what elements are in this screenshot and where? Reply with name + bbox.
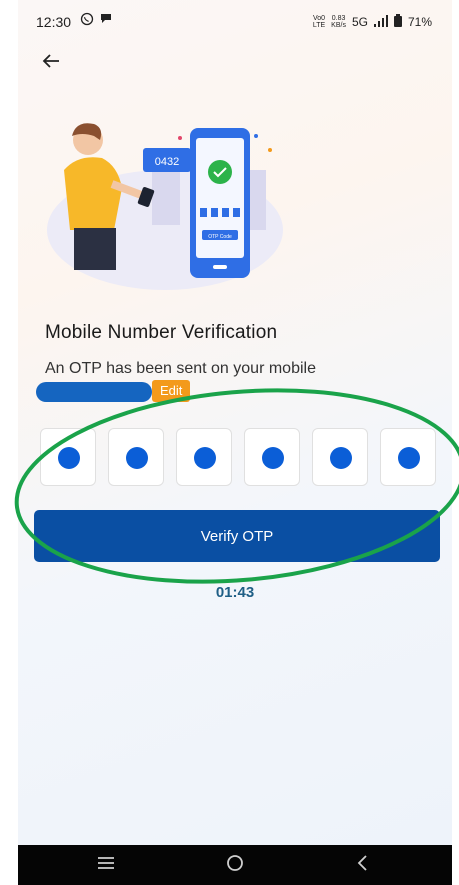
- network-type: 5G: [351, 15, 368, 29]
- status-time: 12:30: [36, 14, 72, 30]
- page-title: Mobile Number Verification: [45, 322, 278, 343]
- edit-number-button[interactable]: Edit: [152, 380, 191, 402]
- message-icon: [100, 12, 112, 29]
- resend-timer: 01:43: [215, 584, 255, 601]
- otp-badge-text: OTP Code: [208, 234, 232, 240]
- arrow-left-icon: [42, 54, 59, 68]
- otp-digit-6[interactable]: [380, 428, 436, 486]
- otp-input-row: [40, 428, 440, 488]
- otp-digit-4[interactable]: [244, 428, 300, 486]
- lte-icon: Vo0 LTE: [312, 15, 326, 29]
- otp-dot: [330, 447, 352, 469]
- otp-digit-1[interactable]: [40, 428, 96, 486]
- menu-lines-icon[interactable]: [96, 853, 116, 878]
- otp-digit-3[interactable]: [176, 428, 232, 486]
- status-bar: 12:30 Vo0 LTE 0.83 KB/s 5G 71%: [18, 0, 452, 40]
- signal-icon: [373, 14, 388, 30]
- code-digits-text: 0432: [155, 156, 179, 168]
- battery-percent: 71%: [407, 15, 432, 29]
- otp-dot: [126, 447, 148, 469]
- otp-digit-5[interactable]: [312, 428, 368, 486]
- system-nav-bar: [18, 845, 452, 885]
- chevron-left-icon[interactable]: [353, 853, 373, 878]
- otp-sent-message: An OTP has been sent on your mobile: [45, 360, 316, 377]
- otp-digit-2[interactable]: [108, 428, 164, 486]
- verify-otp-button[interactable]: Verify OTP: [34, 510, 440, 562]
- back-button[interactable]: [40, 50, 64, 74]
- circle-home-icon[interactable]: [225, 853, 245, 878]
- battery-icon: [393, 14, 402, 30]
- otp-dot: [58, 447, 80, 469]
- network-speed: 0.83 KB/s: [331, 15, 346, 29]
- app-screen: 12:30 Vo0 LTE 0.83 KB/s 5G 71% OTP Code …: [18, 0, 452, 845]
- redacted-phone-number: [36, 382, 152, 402]
- otp-illustration: OTP Code 0432: [47, 123, 283, 290]
- otp-dot: [262, 447, 284, 469]
- otp-dot: [398, 447, 420, 469]
- otp-dot: [194, 447, 216, 469]
- whatsapp-icon: [80, 12, 94, 29]
